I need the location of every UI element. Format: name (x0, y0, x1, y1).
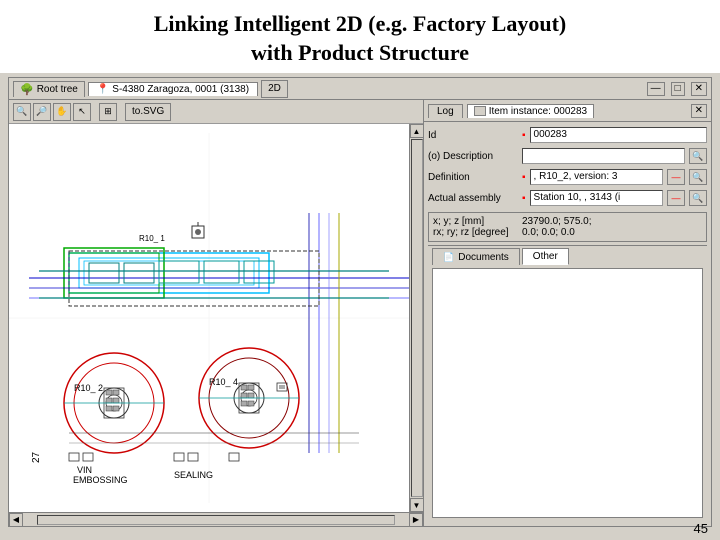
right-close-button[interactable]: ✕ (691, 104, 707, 118)
documents-tab-label: Documents (458, 252, 509, 263)
properties-area: Id ▪ 000283 (o) Description 🔍 Definition… (424, 122, 711, 526)
page-number: 45 (694, 521, 708, 536)
scroll-down-arrow[interactable]: ▼ (410, 498, 424, 512)
main-window: 🌳 Root tree 📍 S-4380 Zaragoza, 0001 (313… (8, 77, 712, 527)
grid-button[interactable]: ⊞ (99, 103, 117, 121)
documents-tab[interactable]: 📄 Documents (432, 248, 520, 265)
desc-search-button[interactable]: 🔍 (689, 148, 707, 164)
def-label: Definition (428, 172, 518, 183)
cad-toolbar: 🔍 🔎 ✋ ↖ ⊞ to.SVG (9, 100, 423, 124)
item-tab-label: Item instance: 000283 (489, 106, 587, 117)
def-required-marker: ▪ (522, 172, 526, 183)
def-row: Definition ▪ , R10_2, version: 3 — 🔍 (428, 168, 707, 186)
left-panel: 🔍 🔎 ✋ ↖ ⊞ to.SVG (9, 100, 424, 526)
scroll-left-arrow[interactable]: ◀ (9, 513, 23, 527)
top-bar-left: 🌳 Root tree 📍 S-4380 Zaragoza, 0001 (313… (13, 80, 643, 98)
cad-viewport-container: R10_ 2 R10_ 4 R10_ 1 VIN EMBOSSING SEALI… (9, 124, 423, 512)
horizontal-scrollbar[interactable]: ◀ ▶ (9, 512, 423, 526)
cad-drawing: R10_ 2 R10_ 4 R10_ 1 VIN EMBOSSING SEALI… (9, 124, 409, 512)
rotation-value: 0.0; 0.0; 0.0 (522, 227, 702, 238)
assembly-label: Actual assembly (428, 193, 518, 204)
log-tab-label: Log (437, 106, 454, 117)
id-row: Id ▪ 000283 (428, 126, 707, 144)
def-value[interactable]: , R10_2, version: 3 (530, 169, 663, 185)
maximize-button[interactable]: □ (671, 82, 685, 96)
minimize-button[interactable]: — (647, 82, 665, 96)
item-instance-tab[interactable]: Item instance: 000283 (467, 104, 594, 118)
content-area: 🔍 🔎 ✋ ↖ ⊞ to.SVG (9, 100, 711, 526)
bottom-tab-content (432, 268, 703, 518)
location-icon: 📍 (97, 84, 109, 95)
root-tree-label: Root tree (37, 84, 78, 95)
svg-text:R10_ 1: R10_ 1 (139, 234, 165, 243)
bottom-tabs-bar: 📄 Documents Other (428, 245, 707, 265)
pan-button[interactable]: ✋ (53, 103, 71, 121)
assembly-value[interactable]: Station 10, , 3143 (i (530, 190, 663, 206)
xyz-row: x; y; z [mm] 23790.0; 575.0; (433, 216, 702, 227)
right-panel: Log Item instance: 000283 ✕ Id ▪ 000283 (424, 100, 711, 526)
svg-text:R10_ 4: R10_ 4 (209, 377, 238, 387)
desc-label: (o) Description (428, 151, 518, 162)
right-topbar: Log Item instance: 000283 ✕ (424, 100, 711, 122)
def-search-button[interactable]: 🔍 (689, 169, 707, 185)
other-tab-label: Other (533, 251, 558, 262)
coordinates-section: x; y; z [mm] 23790.0; 575.0; rx; ry; rz … (428, 212, 707, 242)
scroll-track[interactable] (411, 139, 423, 497)
xyz-value: 23790.0; 575.0; (522, 216, 702, 227)
zoom-in-button[interactable]: 🔍 (13, 103, 31, 121)
close-button[interactable]: ✕ (691, 82, 707, 96)
zoom-out-button[interactable]: 🔎 (33, 103, 51, 121)
location-tab[interactable]: 📍 S-4380 Zaragoza, 0001 (3138) (88, 82, 258, 96)
desc-row: (o) Description 🔍 (428, 147, 707, 165)
svg-text:SEALING: SEALING (174, 470, 213, 480)
rotation-label: rx; ry; rz [degree] (433, 227, 518, 238)
item-doc-icon (474, 106, 486, 116)
other-tab[interactable]: Other (522, 248, 569, 265)
scroll-right-arrow[interactable]: ▶ (409, 513, 423, 527)
id-required-marker: ▪ (522, 130, 526, 141)
hscroll-track[interactable] (37, 515, 395, 525)
btn-2d[interactable]: 2D (261, 80, 288, 98)
root-tree-tab[interactable]: 🌳 Root tree (13, 81, 85, 97)
page-title: Linking Intelligent 2D (e.g. Factory Lay… (20, 10, 700, 67)
assembly-row: Actual assembly ▪ Station 10, , 3143 (i … (428, 189, 707, 207)
svg-text:VIN: VIN (77, 465, 92, 475)
location-label: S-4380 Zaragoza, 0001 (3138) (112, 84, 249, 95)
select-button[interactable]: ↖ (73, 103, 91, 121)
rotation-row: rx; ry; rz [degree] 0.0; 0.0; 0.0 (433, 227, 702, 238)
assembly-required-marker: ▪ (522, 193, 526, 204)
desc-value[interactable] (522, 148, 685, 164)
id-label: Id (428, 130, 518, 141)
log-tab[interactable]: Log (428, 104, 463, 118)
top-bar: 🌳 Root tree 📍 S-4380 Zaragoza, 0001 (313… (9, 78, 711, 100)
svg-text:EMBOSSING: EMBOSSING (73, 475, 128, 485)
title-area: Linking Intelligent 2D (e.g. Factory Lay… (0, 0, 720, 73)
assembly-search-button[interactable]: 🔍 (689, 190, 707, 206)
assembly-remove-button[interactable]: — (667, 190, 685, 206)
scroll-up-arrow[interactable]: ▲ (410, 124, 424, 138)
xyz-label: x; y; z [mm] (433, 216, 518, 227)
documents-icon: 📄 (443, 252, 454, 263)
top-bar-right: — □ ✕ (647, 82, 707, 96)
vertical-scrollbar[interactable]: ▲ ▼ (409, 124, 423, 512)
svg-text:R10_ 2: R10_ 2 (74, 383, 103, 393)
svg-text:27: 27 (31, 452, 42, 464)
def-remove-button[interactable]: — (667, 169, 685, 185)
tosvg-button[interactable]: to.SVG (125, 103, 171, 121)
tree-icon: 🌳 (20, 83, 34, 96)
cad-viewport[interactable]: R10_ 2 R10_ 4 R10_ 1 VIN EMBOSSING SEALI… (9, 124, 409, 512)
id-value[interactable]: 000283 (530, 127, 707, 143)
